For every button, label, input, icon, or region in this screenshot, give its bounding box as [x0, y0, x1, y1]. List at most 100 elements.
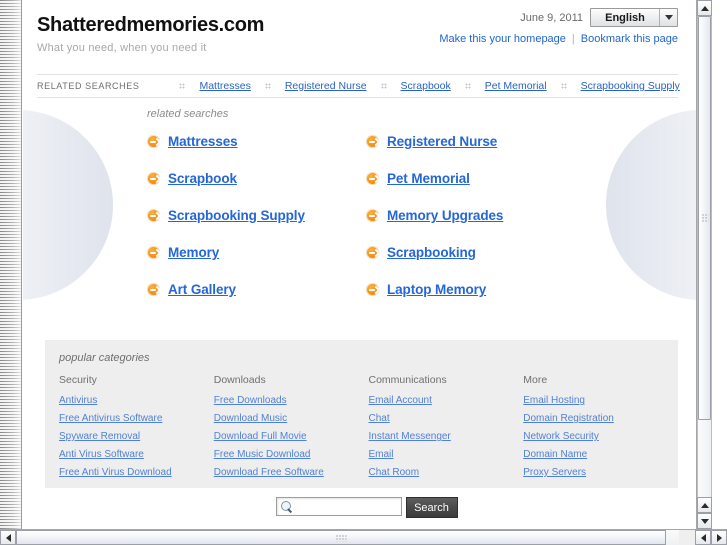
horizontal-scrollbar-thumb[interactable]	[16, 530, 666, 545]
related-bar-link-0[interactable]: Mattresses	[199, 80, 250, 92]
related-link-registered-nurse[interactable]: Registered Nurse	[387, 134, 497, 149]
category-column-communications: Communications Email Account Chat Instan…	[369, 374, 524, 485]
vertical-scrollbar[interactable]	[696, 0, 712, 529]
category-link[interactable]: Free Antivirus Software	[59, 413, 214, 424]
language-select-value: English	[605, 11, 645, 24]
popular-categories-section: popular categories Security Antivirus Fr…	[45, 340, 678, 488]
vertical-scrollbar-thumb[interactable]	[698, 16, 711, 420]
category-link[interactable]: Email Hosting	[523, 395, 678, 406]
scroll-left-button-right[interactable]	[695, 530, 711, 545]
search-icon	[280, 500, 294, 514]
related-link-laptop-memory[interactable]: Laptop Memory	[387, 282, 486, 297]
bookmark-page-link[interactable]: Bookmark this page	[581, 33, 678, 45]
category-link[interactable]: Free Music Download	[214, 449, 369, 460]
scroll-up-button-bottom[interactable]	[697, 497, 712, 513]
category-link[interactable]: Email Account	[369, 395, 524, 406]
category-heading: More	[523, 374, 548, 386]
left-page-edge	[0, 0, 22, 529]
search-field-wrapper[interactable]	[275, 497, 436, 516]
related-bar-link-4[interactable]: Scrapbooking Supply	[581, 80, 680, 92]
related-link-item[interactable]: Memory	[147, 245, 366, 260]
header-link-separator: |	[571, 33, 575, 45]
category-link[interactable]: Free Anti Virus Download	[59, 467, 214, 478]
category-link[interactable]: Domain Name	[523, 449, 678, 460]
category-link[interactable]: Anti Virus Software	[59, 449, 214, 460]
related-link-memory-upgrades[interactable]: Memory Upgrades	[387, 208, 503, 223]
category-link[interactable]: Free Downloads	[214, 395, 369, 406]
related-searches-label: RELATED SEARCHES	[37, 81, 140, 91]
brand: Shatteredmemories.com What you need, whe…	[37, 14, 264, 54]
page-viewport: Shatteredmemories.com What you need, whe…	[23, 0, 696, 529]
language-select[interactable]: English	[590, 8, 678, 27]
dot-separator-icon	[560, 83, 567, 89]
related-bar-link-3[interactable]: Pet Memorial	[485, 80, 547, 92]
category-column-security: Security Antivirus Free Antivirus Softwa…	[59, 374, 214, 485]
scroll-down-button[interactable]	[697, 513, 712, 529]
related-link-scrapbooking-supply[interactable]: Scrapbooking Supply	[168, 208, 305, 223]
related-link-scrapbook[interactable]: Scrapbook	[168, 171, 237, 186]
dot-separator-icon	[179, 83, 186, 89]
make-homepage-link[interactable]: Make this your homepage	[439, 33, 566, 45]
related-searches-grid: Mattresses Registered Nurse Scrapbook Pe…	[147, 134, 696, 297]
arrow-right-circle-icon	[366, 209, 379, 222]
category-heading: Communications	[368, 374, 447, 386]
dot-separator-icon	[380, 83, 387, 89]
related-link-item[interactable]: Scrapbook	[147, 171, 366, 186]
scroll-right-button[interactable]	[711, 530, 727, 545]
date-and-language: June 9, 2011 English	[439, 8, 678, 27]
related-link-item[interactable]: Scrapbooking Supply	[147, 208, 366, 223]
category-heading: Downloads	[213, 374, 266, 386]
arrow-right-circle-icon	[366, 246, 379, 259]
category-link[interactable]: Chat Room	[369, 467, 524, 478]
arrow-right-circle-icon	[147, 135, 160, 148]
arrow-right-circle-icon	[366, 172, 379, 185]
category-link[interactable]: Proxy Servers	[523, 467, 678, 478]
related-link-item[interactable]: Scrapbooking	[366, 245, 696, 260]
related-searches-section: related searches Mattresses Registered N…	[23, 98, 696, 328]
category-link[interactable]: Instant Messenger	[369, 431, 524, 442]
category-heading: Security	[59, 374, 97, 386]
site-tagline: What you need, when you need it	[37, 42, 207, 54]
related-link-mattresses[interactable]: Mattresses	[168, 134, 238, 149]
chevron-down-icon	[659, 9, 677, 26]
category-link[interactable]: Download Music	[214, 413, 369, 424]
category-link[interactable]: Network Security	[523, 431, 678, 442]
popular-categories-grid: Security Antivirus Free Antivirus Softwa…	[59, 374, 678, 485]
related-link-scrapbooking[interactable]: Scrapbooking	[387, 245, 476, 260]
related-link-item[interactable]: Registered Nurse	[366, 134, 696, 149]
category-link[interactable]: Antivirus	[59, 395, 214, 406]
scroll-up-button[interactable]	[697, 0, 712, 16]
search-input[interactable]	[293, 499, 436, 514]
category-link[interactable]: Chat	[369, 413, 524, 424]
related-link-item[interactable]: Pet Memorial	[366, 171, 696, 186]
category-column-downloads: Downloads Free Downloads Download Music …	[214, 374, 369, 485]
category-link[interactable]: Download Full Movie	[214, 431, 369, 442]
related-bar-link-1[interactable]: Registered Nurse	[285, 80, 367, 92]
header-right: June 9, 2011 English Make this your home…	[439, 8, 678, 45]
page-header: Shatteredmemories.com What you need, whe…	[23, 0, 696, 70]
category-link[interactable]: Domain Registration	[523, 413, 678, 424]
related-bar-link-2[interactable]: Scrapbook	[401, 80, 451, 92]
header-links: Make this your homepage | Bookmark this …	[439, 33, 678, 45]
related-link-item[interactable]: Laptop Memory	[366, 282, 696, 297]
category-link[interactable]: Download Free Software	[214, 467, 369, 478]
related-link-art-gallery[interactable]: Art Gallery	[168, 282, 236, 297]
web-page: Shatteredmemories.com What you need, whe…	[23, 0, 696, 529]
arrow-right-circle-icon	[366, 283, 379, 296]
dot-separator-icon	[264, 83, 271, 89]
category-link[interactable]: Spyware Removal	[59, 431, 214, 442]
popular-categories-heading: popular categories	[59, 352, 150, 364]
related-link-item[interactable]: Art Gallery	[147, 282, 366, 297]
related-link-memory[interactable]: Memory	[168, 245, 219, 260]
related-link-item[interactable]: Mattresses	[147, 134, 366, 149]
horizontal-scrollbar[interactable]	[0, 529, 727, 545]
vertical-scrollbar-track[interactable]	[697, 16, 712, 497]
related-searches-bar: RELATED SEARCHES Mattresses Registered N…	[37, 74, 680, 98]
related-link-item[interactable]: Memory Upgrades	[366, 208, 696, 223]
arrow-right-circle-icon	[147, 209, 160, 222]
category-link[interactable]: Email	[369, 449, 524, 460]
scroll-left-button[interactable]	[0, 530, 16, 545]
category-column-more: More Email Hosting Domain Registration N…	[523, 374, 678, 485]
current-date: June 9, 2011	[520, 11, 583, 24]
related-link-pet-memorial[interactable]: Pet Memorial	[387, 171, 470, 186]
